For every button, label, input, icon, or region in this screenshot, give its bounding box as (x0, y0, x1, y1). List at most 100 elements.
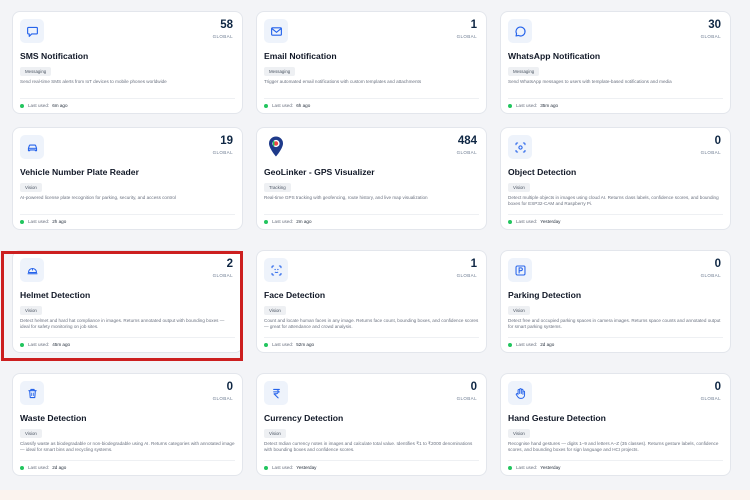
card-description: Detect helmet and hard hat compliance in… (20, 318, 225, 330)
card-currency-detection[interactable]: 0 GLOBAL Currency Detection Vision Detec… (256, 373, 487, 476)
card-title: Vehicle Number Plate Reader (20, 167, 139, 177)
divider (20, 460, 235, 461)
card-email-notification[interactable]: 1 GLOBAL Email Notification Messaging Tr… (256, 11, 487, 114)
object-scan-icon (508, 135, 532, 159)
card-description: AI-powered license plate recognition for… (20, 195, 176, 200)
status-dot (20, 466, 24, 470)
card-title: SMS Notification (20, 51, 89, 61)
category-tag: Vision (508, 306, 530, 315)
card-grid: 58 GLOBAL SMS Notification Messaging Sen… (0, 0, 750, 500)
card-waste-detection[interactable]: 0 GLOBAL Waste Detection Vision Classify… (12, 373, 243, 476)
card-vehicle-number-plate-reader[interactable]: 19 GLOBAL Vehicle Number Plate Reader Vi… (12, 127, 243, 230)
card-object-detection[interactable]: 0 GLOBAL Object Detection Vision Detect … (500, 127, 731, 230)
card-description: Detect free and occupied parking spaces … (508, 318, 721, 330)
bottom-strip (0, 490, 750, 500)
last-used: Last used: 6m ago (20, 103, 68, 109)
face-scan-icon (264, 258, 288, 282)
usage-count: 0 (470, 381, 477, 393)
helmet-icon (20, 258, 44, 282)
category-tag: Vision (264, 429, 286, 438)
usage-count: 0 (714, 258, 721, 270)
category-tag: Vision (20, 183, 42, 192)
status-dot (264, 466, 268, 470)
status-dot (20, 343, 24, 347)
card-description: Count and locate human faces in any imag… (264, 318, 479, 330)
last-used: Last used: 2h ago (20, 219, 66, 225)
card-whatsapp-notification[interactable]: 30 GLOBAL WhatsApp Notification Messagin… (500, 11, 731, 114)
status-dot (508, 220, 512, 224)
card-face-detection[interactable]: 1 GLOBAL Face Detection Vision Count and… (256, 250, 487, 353)
category-tag: Vision (20, 429, 42, 438)
divider (20, 98, 235, 99)
card-title: Email Notification (264, 51, 337, 61)
usage-count: 0 (714, 135, 721, 147)
card-description: Trigger automated email notifications wi… (264, 79, 422, 84)
parking-icon (508, 258, 532, 282)
scope-label: GLOBAL (700, 34, 721, 39)
card-title: Helmet Detection (20, 290, 91, 300)
status-dot (20, 220, 24, 224)
scope-label: GLOBAL (212, 34, 233, 39)
card-geolinker-gps-visualizer[interactable]: 484 GLOBAL GeoLinker - GPS Visualizer Tr… (256, 127, 487, 230)
scope-label: GLOBAL (700, 396, 721, 401)
status-dot (508, 343, 512, 347)
hand-icon (508, 381, 532, 405)
card-helmet-detection[interactable]: 2 GLOBAL Helmet Detection Vision Detect … (12, 250, 243, 353)
card-description: Send real-time SMS alerts from IoT devic… (20, 79, 167, 84)
last-used: Last used: Yesterday (508, 465, 560, 471)
scope-label: GLOBAL (212, 150, 233, 155)
last-used: Last used: Yesterday (508, 219, 560, 225)
status-dot (20, 104, 24, 108)
category-tag: Tracking (264, 183, 291, 192)
divider (264, 214, 479, 215)
card-title: Object Detection (508, 167, 577, 177)
last-used: Last used: 2d ago (508, 342, 554, 348)
status-dot (264, 343, 268, 347)
category-tag: Vision (508, 429, 530, 438)
card-hand-gesture-detection[interactable]: 0 GLOBAL Hand Gesture Detection Vision R… (500, 373, 731, 476)
divider (264, 460, 479, 461)
chat-bubble-icon (20, 19, 44, 43)
usage-count: 30 (708, 19, 721, 31)
card-parking-detection[interactable]: 0 GLOBAL Parking Detection Vision Detect… (500, 250, 731, 353)
card-description: Send WhatsApp messages to users with tem… (508, 79, 672, 84)
card-title: Hand Gesture Detection (508, 413, 606, 423)
usage-count: 2 (226, 258, 233, 270)
usage-count: 0 (226, 381, 233, 393)
card-title: Parking Detection (508, 290, 582, 300)
card-title: Waste Detection (20, 413, 87, 423)
status-dot (264, 104, 268, 108)
category-tag: Messaging (508, 67, 540, 76)
last-used: Last used: 6h ago (264, 103, 310, 109)
last-used: Last used: 45m ago (20, 342, 70, 348)
category-tag: Messaging (20, 67, 52, 76)
category-tag: Messaging (264, 67, 296, 76)
envelope-icon (264, 19, 288, 43)
usage-count: 1 (470, 19, 477, 31)
divider (264, 337, 479, 338)
card-title: GeoLinker - GPS Visualizer (264, 167, 375, 177)
card-description: Classify waste as biodegradable or non-b… (20, 441, 235, 453)
usage-count: 0 (714, 381, 721, 393)
last-used: Last used: 52m ago (264, 342, 314, 348)
map-pin-icon (264, 135, 288, 159)
divider (264, 98, 479, 99)
divider (508, 460, 723, 461)
card-description: Detect multiple objects in images using … (508, 195, 719, 207)
scope-label: GLOBAL (456, 396, 477, 401)
divider (508, 214, 723, 215)
status-dot (264, 220, 268, 224)
usage-count: 484 (457, 135, 477, 147)
card-title: Currency Detection (264, 413, 344, 423)
card-title: Face Detection (264, 290, 326, 300)
scope-label: GLOBAL (456, 150, 477, 155)
whatsapp-icon (508, 19, 532, 43)
category-tag: Vision (264, 306, 286, 315)
card-description: Detect Indian currency notes in images a… (264, 441, 473, 453)
scope-label: GLOBAL (456, 34, 477, 39)
category-tag: Vision (508, 183, 530, 192)
card-sms-notification[interactable]: 58 GLOBAL SMS Notification Messaging Sen… (12, 11, 243, 114)
scope-label: GLOBAL (700, 150, 721, 155)
last-used: Last used: 2d ago (20, 465, 66, 471)
scope-label: GLOBAL (212, 396, 233, 401)
